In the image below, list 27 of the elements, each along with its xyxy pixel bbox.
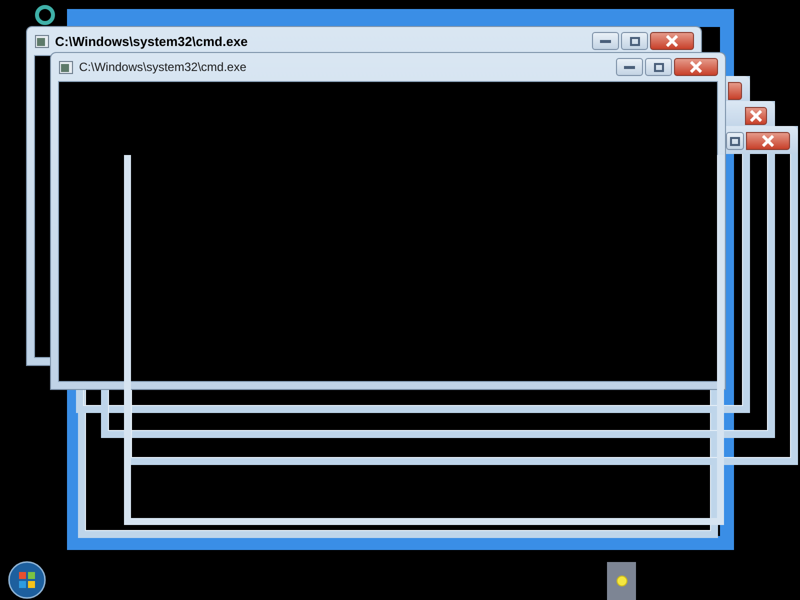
maximize-icon <box>730 136 740 146</box>
maximize-icon <box>630 36 640 46</box>
maximize-button[interactable] <box>726 132 744 150</box>
close-button[interactable] <box>674 58 718 76</box>
close-icon <box>690 61 702 73</box>
window-title: C:\Windows\system32\cmd.exe <box>79 60 246 74</box>
taskbar-item[interactable] <box>607 562 636 600</box>
close-icon <box>750 110 762 122</box>
minimize-icon <box>624 66 635 68</box>
minimize-button[interactable] <box>592 32 619 50</box>
close-button[interactable] <box>745 107 767 125</box>
start-button[interactable] <box>8 561 46 599</box>
busy-cursor-icon <box>34 4 56 26</box>
circle-icon <box>616 575 628 587</box>
close-icon <box>762 135 774 147</box>
console-icon <box>35 34 49 48</box>
close-button[interactable] <box>746 132 790 150</box>
maximize-button[interactable] <box>645 58 672 76</box>
close-button[interactable] <box>728 82 742 100</box>
close-button[interactable] <box>650 32 694 50</box>
console-icon <box>59 60 73 74</box>
close-icon <box>666 35 678 47</box>
window-title: C:\Windows\system32\cmd.exe <box>55 34 248 48</box>
maximize-icon <box>654 62 664 72</box>
minimize-icon <box>600 40 611 42</box>
maximize-button[interactable] <box>621 32 648 50</box>
minimize-button[interactable] <box>616 58 643 76</box>
